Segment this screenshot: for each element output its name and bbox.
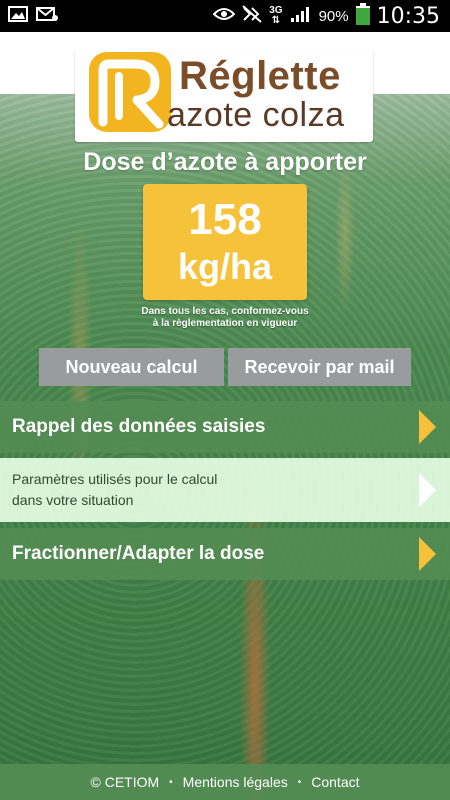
contact-link[interactable]: Contact [311,774,359,790]
recall-entered-data-label: Rappel des données saisies [12,416,266,437]
network-type: 3G [269,5,283,16]
app-logo: Réglette azote colza [75,50,373,142]
new-calculation-button[interactable]: Nouveau calcul [39,348,224,386]
regulation-notice: Dans tous les cas, conformez-vous à la r… [0,306,450,330]
legal-notice-link[interactable]: Mentions légales [183,774,288,790]
split-adapt-dose-label: Fractionner/Adapter la dose [12,543,265,564]
dose-result-box: 158 kg/ha [143,184,307,300]
clock: 10:35 [376,3,440,29]
parameters-line-1: Paramètres utilisés pour le calcul [12,471,218,487]
separator: • [297,776,302,788]
logo-mark-icon [89,52,171,132]
notice-line-2: à la règlementation en vigueur [152,318,298,329]
logo-subtitle: azote colza [167,96,345,134]
battery-icon [355,2,370,30]
dose-value: 158 [188,195,262,244]
gallery-icon [8,5,28,27]
copyright-link[interactable]: © CETIOM [91,774,160,790]
parameters-used-row[interactable]: Paramètres utilisés pour le calcul dans … [0,458,450,522]
eye-icon [212,7,236,26]
mute-icon [242,4,262,28]
chevron-right-icon [419,537,436,571]
notice-line-1: Dans tous les cas, conformez-vous [141,306,309,317]
parameters-used-label: Paramètres utilisés pour le calcul dans … [0,469,217,511]
split-adapt-dose-row[interactable]: Fractionner/Adapter la dose [0,528,450,580]
email-icon [36,6,58,27]
separator: • [169,776,173,788]
network-3g-icon: 3G ⇅ [269,5,283,26]
battery-percent: 90% [318,7,349,25]
logo-title: Réglette [179,54,341,98]
chevron-right-icon [419,473,436,507]
signal-icon [290,5,312,28]
status-bar: 3G ⇅ 90% 10:35 [0,0,450,32]
dose-unit: kg/ha [177,246,273,287]
footer: © CETIOM • Mentions légales • Contact [0,764,450,800]
send-by-mail-button[interactable]: Recevoir par mail [228,348,411,386]
dose-title: Dose d’azote à apporter [83,148,367,176]
chevron-right-icon [419,410,436,444]
parameters-line-2: dans votre situation [12,492,134,508]
recall-entered-data-row[interactable]: Rappel des données saisies [0,401,450,453]
